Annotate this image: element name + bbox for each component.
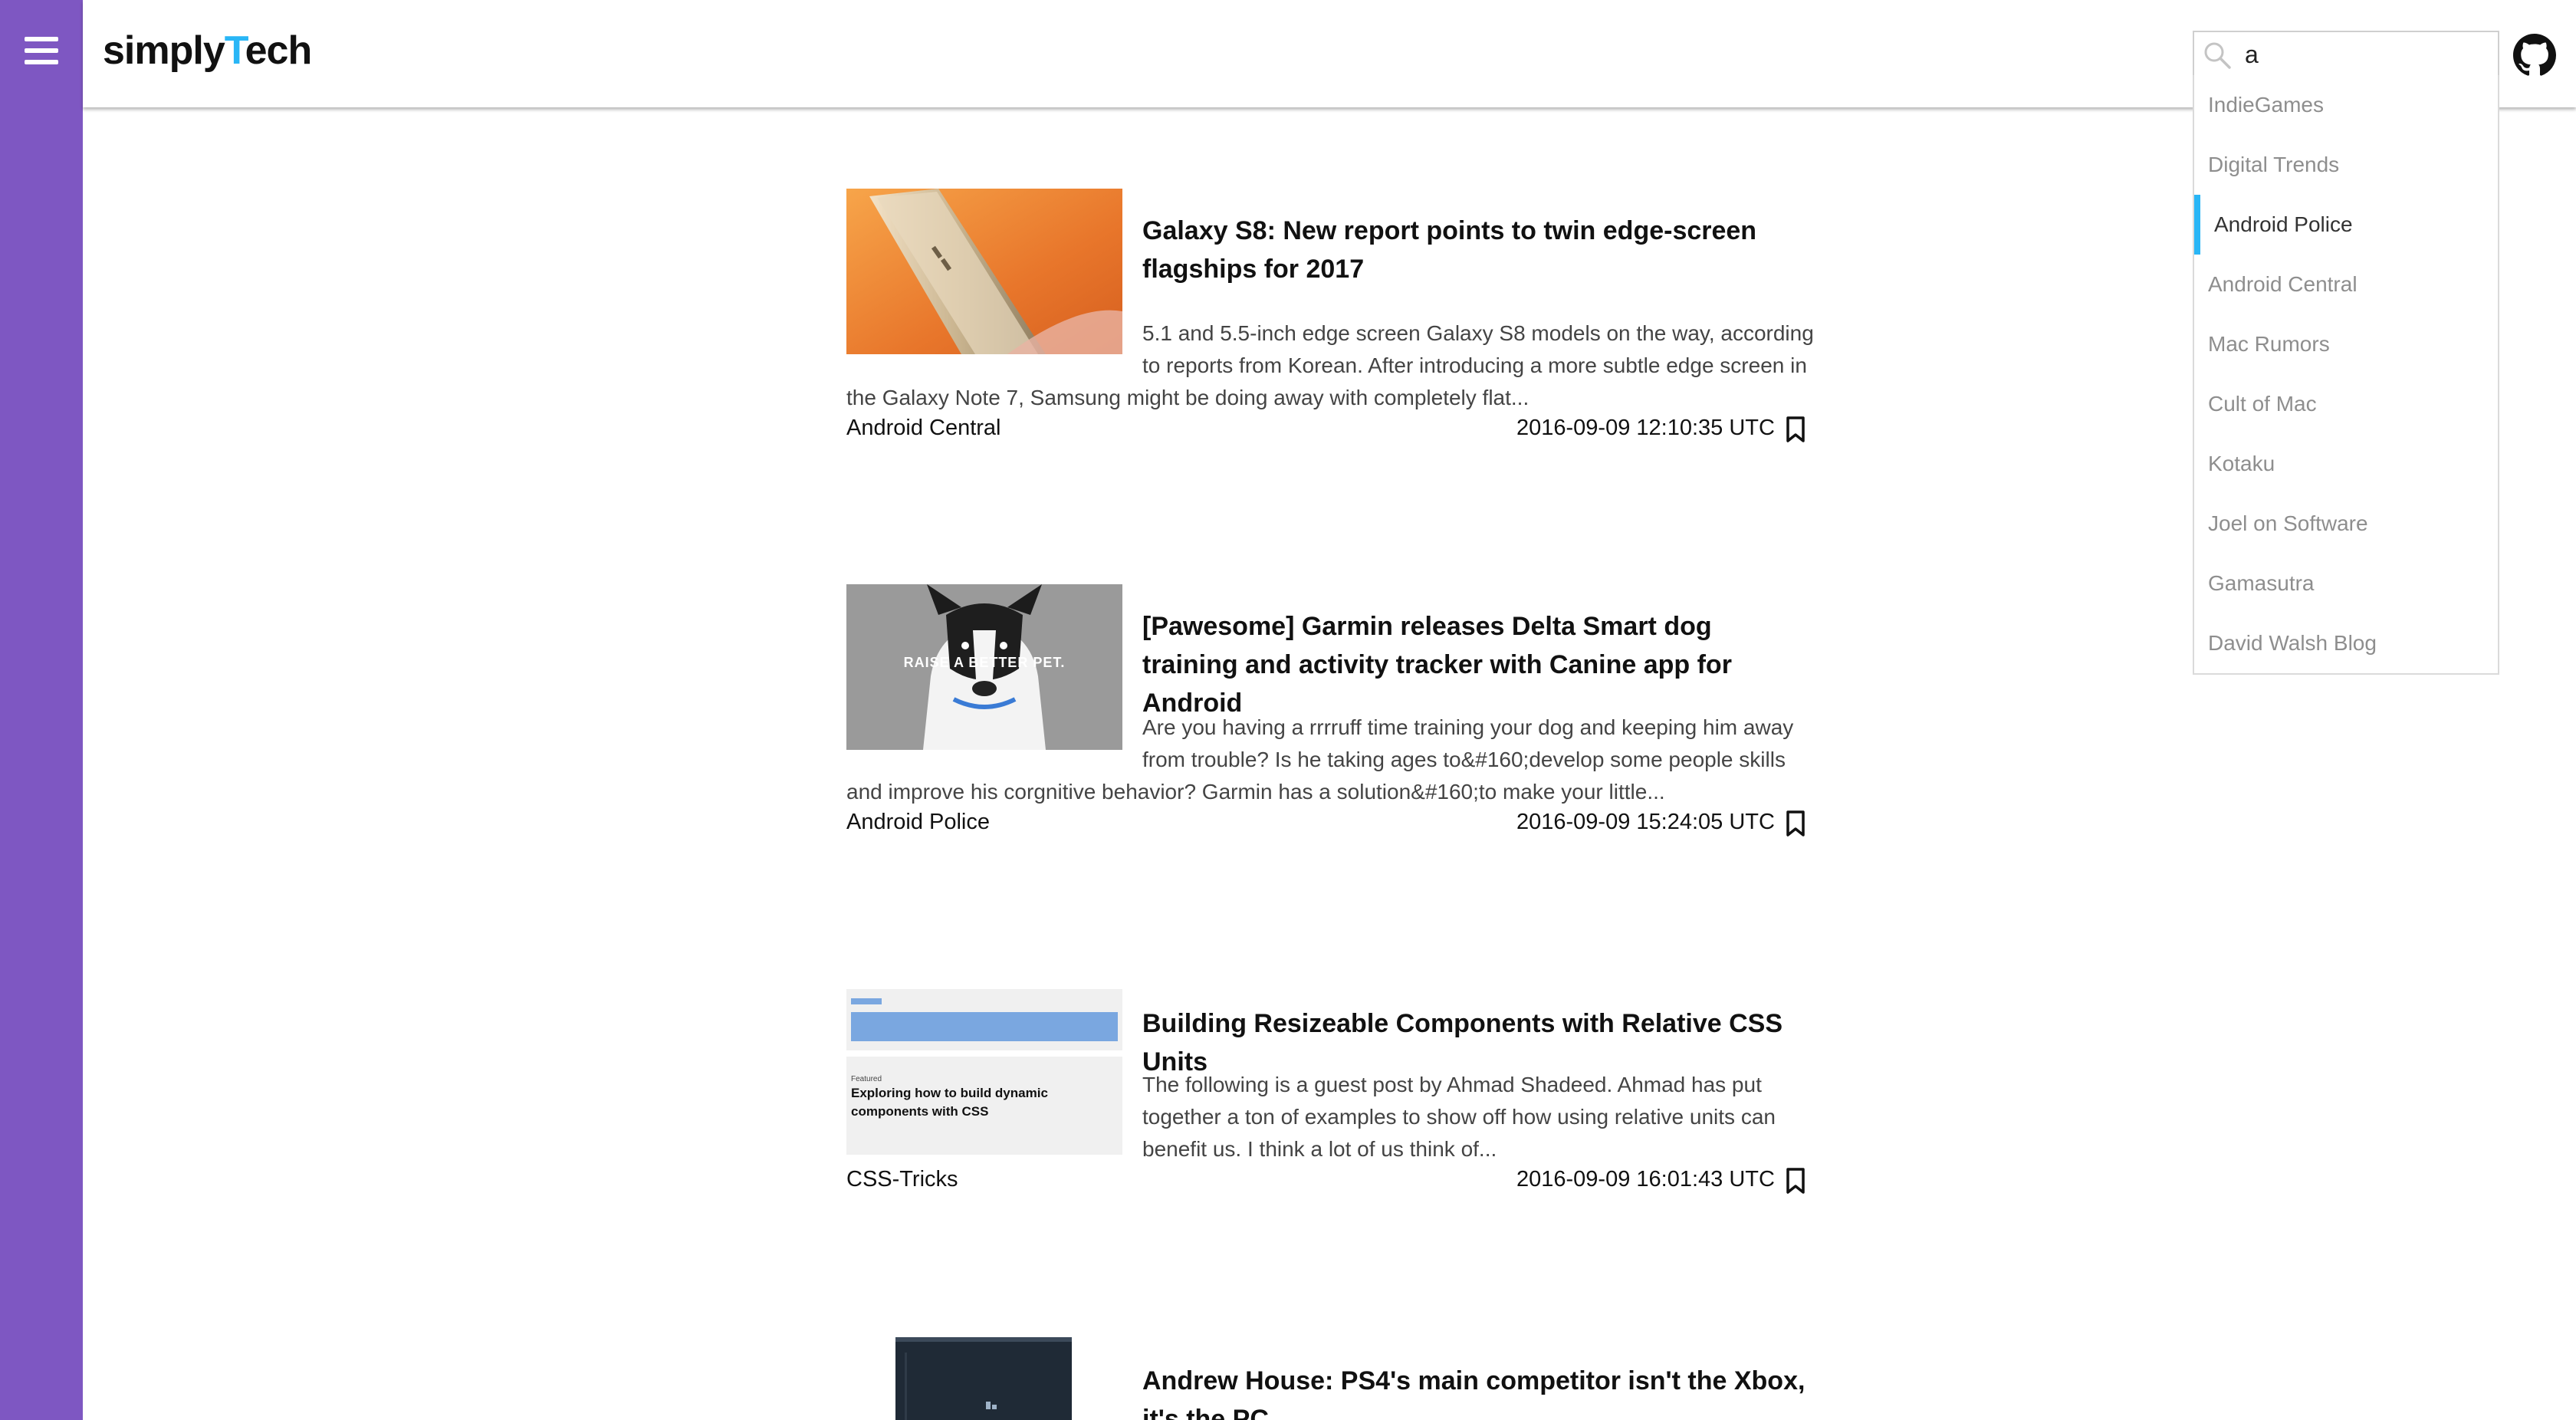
suggestion-item[interactable]: Mac Rumors <box>2194 314 2498 374</box>
suggestion-item[interactable]: David Walsh Blog <box>2194 613 2498 673</box>
article-date: 2016-09-09 12:10:35 UTC <box>1516 416 1775 440</box>
article-title[interactable]: Andrew House: PS4's main competitor isn'… <box>1142 1362 1812 1420</box>
search-suggestions: IndieGames Digital Trends Android Police… <box>2193 75 2499 675</box>
article-source[interactable]: Android Police <box>846 810 990 835</box>
thumb-caption: RAISE A BETTER PET. <box>903 655 1066 670</box>
thumb-bar-small <box>851 998 882 1004</box>
search-icon <box>2204 42 2231 69</box>
search-input[interactable] <box>2243 38 2492 71</box>
suggestion-item[interactable]: Android Central <box>2194 255 2498 314</box>
bookmark-icon[interactable] <box>1785 1167 1806 1195</box>
article-card: RAISE A BETTER PET. [Pawesome] Garmin re… <box>846 584 1812 845</box>
article-source[interactable]: Android Central <box>846 416 1001 441</box>
github-icon[interactable] <box>2513 34 2556 77</box>
article-excerpt: Are you having a rrrruff time training y… <box>846 712 1817 808</box>
ps4-console-image[interactable] <box>895 1337 1072 1420</box>
sidebar <box>0 0 83 1420</box>
article-excerpt-text: The following is a guest post by Ahmad S… <box>1142 1073 1776 1161</box>
article-source[interactable]: CSS-Tricks <box>846 1167 958 1192</box>
article-date: 2016-09-09 16:01:43 UTC <box>1516 1167 1775 1192</box>
article-card: Featured Exploring how to build dynamic … <box>846 989 1812 1219</box>
suggestion-item[interactable]: Cult of Mac <box>2194 374 2498 434</box>
bookmark-icon[interactable] <box>1785 810 1806 837</box>
hamburger-menu-icon[interactable] <box>23 35 60 66</box>
logo-text-accent: T <box>224 28 246 73</box>
suggestion-item[interactable]: IndieGames <box>2194 75 2498 135</box>
article-card: Galaxy S8: New report points to twin edg… <box>846 189 1814 449</box>
suggestion-item-active[interactable]: Android Police <box>2194 195 2498 255</box>
suggestion-item[interactable]: Digital Trends <box>2194 135 2498 195</box>
article-title[interactable]: [Pawesome] Garmin releases Delta Smart d… <box>1142 607 1812 722</box>
thumb-bar-large <box>851 1012 1118 1041</box>
article-date: 2016-09-09 15:24:05 UTC <box>1516 810 1775 834</box>
app-logo[interactable]: simplyTech <box>103 28 313 74</box>
suggestion-item[interactable]: Gamasutra <box>2194 554 2498 613</box>
logo-text-rest: ech <box>245 28 313 73</box>
article-card: Andrew House: PS4's main competitor isn'… <box>846 1337 1812 1420</box>
article-excerpt: 5.1 and 5.5-inch edge screen Galaxy S8 m… <box>846 317 1817 414</box>
thumb-divider <box>846 1050 1122 1057</box>
suggestion-item[interactable]: Joel on Software <box>2194 494 2498 554</box>
article-title[interactable]: Galaxy S8: New report points to twin edg… <box>1142 212 1812 288</box>
bookmark-icon[interactable] <box>1785 416 1806 443</box>
suggestion-item[interactable]: Kotaku <box>2194 434 2498 494</box>
logo-text-primary: simply <box>103 28 225 73</box>
search-box <box>2193 31 2499 77</box>
